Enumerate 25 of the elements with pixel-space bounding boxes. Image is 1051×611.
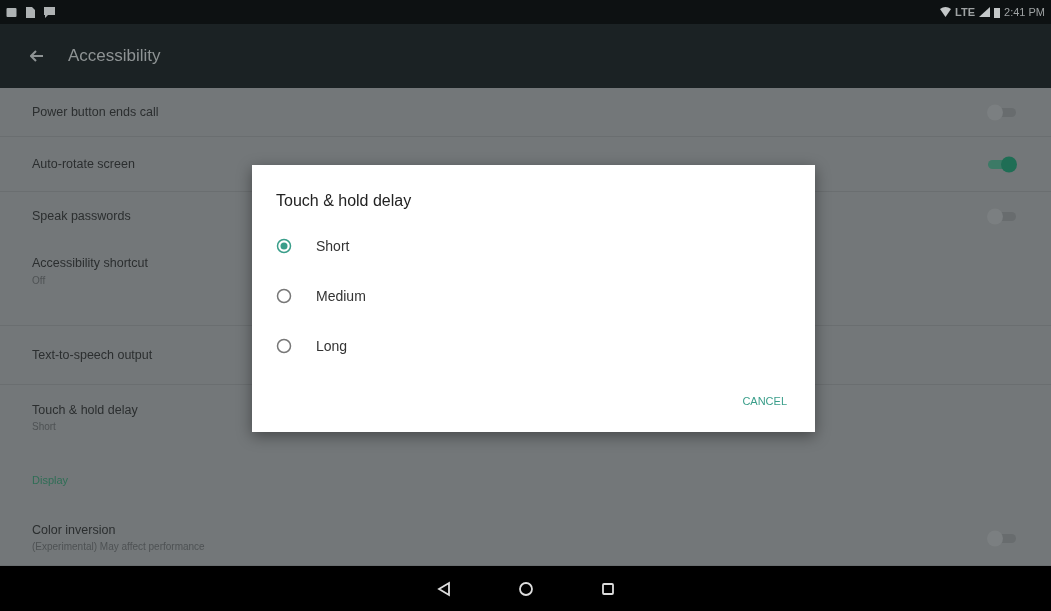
message-notification-icon (44, 6, 55, 18)
radio-option[interactable]: Medium (276, 271, 791, 321)
toggle-switch[interactable] (985, 154, 1019, 174)
battery-icon (994, 6, 1001, 18)
radio-button[interactable] (276, 338, 292, 354)
setting-title[interactable]: Color inversion (32, 520, 985, 540)
lte-label: LTE (955, 4, 976, 20)
recents-icon[interactable] (599, 580, 616, 597)
back-icon[interactable] (435, 580, 452, 597)
dialog-title: Touch & hold delay (276, 191, 413, 211)
radio-button[interactable] (276, 288, 292, 304)
radio-option[interactable]: Long (276, 321, 791, 371)
image-notification-icon (6, 6, 17, 18)
setting-title[interactable]: Power button ends call (32, 102, 985, 122)
section-header: Display (32, 472, 69, 488)
radio-option[interactable]: Short (276, 221, 791, 271)
back-arrow-icon[interactable] (30, 50, 44, 62)
file-notification-icon (25, 6, 36, 18)
home-icon[interactable] (517, 580, 534, 597)
status-time: 2:41 PM (1004, 4, 1045, 20)
screen-title: Accessibility (68, 45, 161, 68)
wifi-icon (940, 7, 952, 17)
radio-button[interactable] (276, 238, 292, 254)
signal-icon (979, 7, 991, 17)
cancel-button[interactable]: CANCEL (738, 387, 791, 416)
